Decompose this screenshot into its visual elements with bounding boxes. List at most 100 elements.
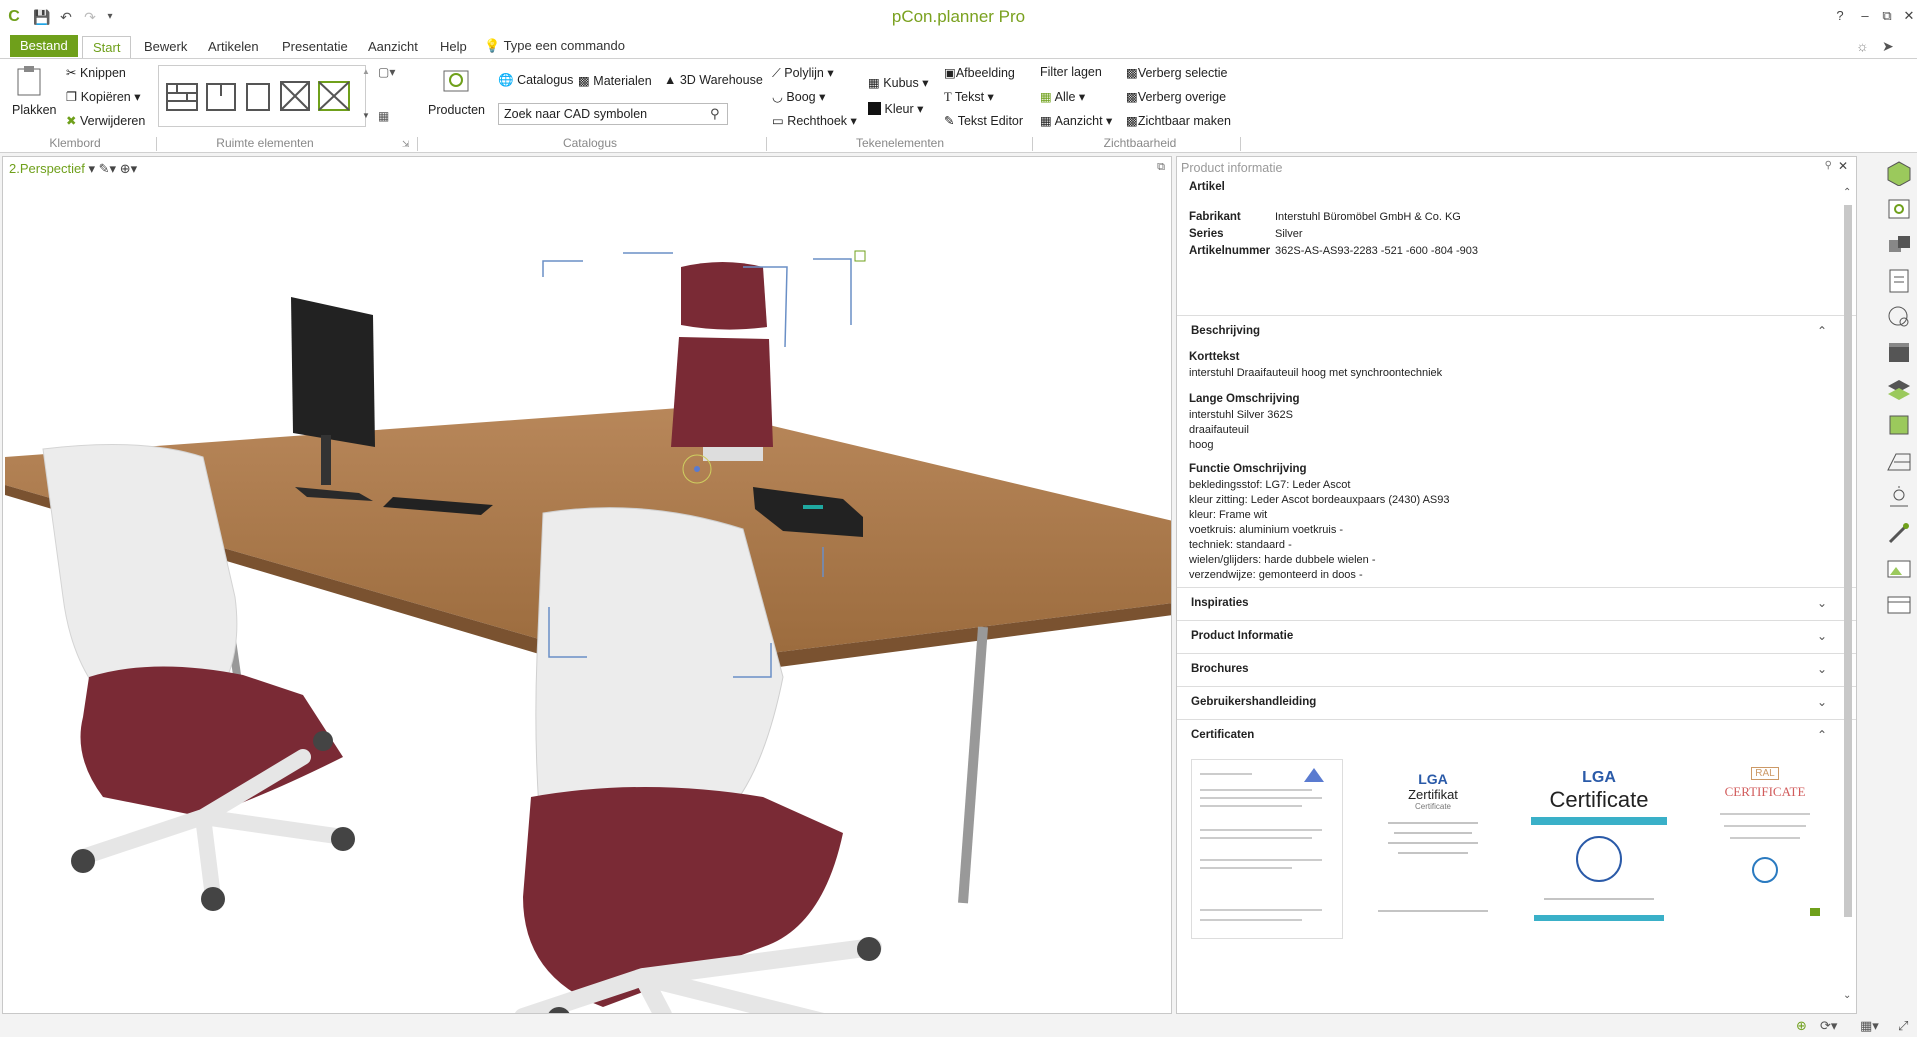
catalogue-button[interactable]: 🌐 Catalogus [498,73,573,88]
panel-scrollbar[interactable]: ⌃ ⌄ [1842,187,1854,1007]
share-icon[interactable]: ➤ [1882,38,1894,55]
archive-icon[interactable] [1886,340,1912,366]
section-product-informatie[interactable]: Product Informatie ⌄ [1177,620,1856,652]
tab-start[interactable]: Start [82,36,132,58]
search-icon[interactable]: ⚲ [710,106,720,122]
filter-layers-button[interactable]: Filter lagen [1040,65,1102,79]
minimize-button[interactable]: – [1853,6,1877,26]
dialog-launcher-icon[interactable]: ⇲ [402,139,410,150]
gallery-scroll-up-icon[interactable]: ▲ [362,67,370,76]
panel-close-icon[interactable]: ✕ [1838,159,1848,173]
article-3d-icon[interactable] [1886,160,1912,186]
fullscreen-icon[interactable]: ⤢ [1898,1018,1908,1034]
grid-plane-icon[interactable] [1886,448,1912,474]
delete-button[interactable]: ✖ Verwijderen [66,113,145,128]
copy-icon: ❐ [66,90,78,104]
tab-bewerk[interactable]: Bewerk [134,36,197,58]
polyline-button[interactable]: ⟋ Polylijn ▾ [772,65,834,81]
group-separator [1032,137,1033,151]
snap-icon[interactable]: ⊕ [1796,1018,1807,1034]
globe-search-icon[interactable] [1886,304,1912,330]
boxes-icon[interactable] [1886,232,1912,258]
gizmo-center[interactable] [694,466,700,472]
help-icon[interactable]: ? [1828,6,1852,26]
hide-others-button[interactable]: ▩Verberg overige [1126,89,1226,104]
make-visible-button[interactable]: ▩Zichtbaar maken [1126,113,1231,128]
all-layers-button[interactable]: ▦ Alle ▾ [1040,89,1085,104]
certificate-thumbnail[interactable]: LGA Certificate [1523,759,1675,939]
layout-view-icon[interactable]: ▦▾ [1860,1018,1879,1034]
sun-icon[interactable]: ☼ [1856,38,1869,54]
image-render-icon[interactable] [1886,556,1912,582]
pin-icon[interactable]: ⚲ [1825,160,1832,171]
room-elements-icons[interactable] [159,66,365,126]
certificate-title: Certificate [1549,787,1649,812]
materials-button[interactable]: ▩ Materialen [578,73,652,88]
scroll-up-icon[interactable]: ⌃ [1843,187,1851,198]
copy-button[interactable]: ❐ Kopiëren ▾ [66,89,141,104]
cube-button[interactable]: ▦ Kubus ▾ [868,75,929,90]
selection-handle[interactable] [854,250,866,262]
layout-icon[interactable] [1886,592,1912,618]
text-button[interactable]: T Tekst ▾ [944,89,994,105]
light-icon[interactable] [1886,484,1912,510]
cut-button[interactable]: ✂ Knippen [66,65,126,80]
group-label-teken: Tekenelementen [855,136,945,150]
section-inspiraties[interactable]: Inspiraties ⌄ [1177,587,1856,619]
close-button[interactable]: ✕ [1897,6,1917,26]
color-button[interactable]: Kleur ▾ [868,101,923,116]
gallery-expand-icon[interactable]: ▼ [362,111,370,120]
polyline-label: Polylijn [784,66,824,80]
products-icon[interactable] [440,65,472,95]
certificate-seal-icon [1534,836,1664,921]
menu-bar: Bestand Start Bewerk Artikelen Presentat… [0,34,1917,58]
section-brochures[interactable]: Brochures ⌄ [1177,653,1856,685]
angle-icon[interactable]: ⟳▾ [1820,1018,1837,1034]
layers-icon[interactable] [1886,376,1912,402]
tab-presentatie[interactable]: Presentatie [272,36,358,58]
3d-viewport[interactable]: 2.Perspectief ▾ ✎▾ ⊕▾ ⧉ [2,156,1172,1014]
rectangle-label: Rechthoek [787,114,848,128]
room-tool-icon[interactable]: ▦ [378,109,389,123]
3d-warehouse-button[interactable]: ▲ 3D Warehouse [664,73,763,87]
image-icon: ▣ [944,66,956,80]
command-hint[interactable]: 💡 Type een commando [484,38,625,54]
brush-icon[interactable] [1886,520,1912,546]
cad-search-input[interactable]: Zoek naar CAD symbolen [498,103,728,125]
view-layers-button[interactable]: ▦ Aanzicht ▾ [1040,113,1112,128]
certificate-thumbnail[interactable]: LGA Zertifikat Certificate [1357,759,1509,939]
scroll-down-icon[interactable]: ⌄ [1843,990,1851,1001]
tab-aanzicht[interactable]: Aanzicht [358,36,428,58]
article-list-icon[interactable] [1886,268,1912,294]
catalogue-search-icon[interactable] [1886,196,1912,222]
group-separator [417,137,418,151]
tab-artikelen[interactable]: Artikelen [198,36,269,58]
scrollbar-thumb[interactable] [1844,205,1852,917]
product-info-panel: Product informatie ⚲ ✕ Artikel Fabrikant… [1176,156,1857,1014]
section-beschrijving[interactable]: Beschrijving ⌃ [1177,315,1856,347]
panel-title: Product informatie [1181,161,1283,175]
products-button[interactable]: Producten [428,103,485,117]
certificate-thumbnail[interactable]: RAL CERTIFICATE [1689,759,1841,939]
group-separator [766,137,767,151]
paste-button[interactable]: Plakken [12,103,56,117]
tab-help[interactable]: Help [430,36,477,58]
rectangle-button[interactable]: ▭ Rechthoek ▾ [772,113,857,128]
paste-icon[interactable] [14,65,44,97]
hide-selection-button[interactable]: ▩Verberg selectie [1126,65,1227,80]
text-editor-button[interactable]: ✎ Tekst Editor [944,113,1023,128]
arc-button[interactable]: ◡ Boog ▾ [772,89,825,104]
materials-icon[interactable] [1886,412,1912,438]
tab-bestand[interactable]: Bestand [10,35,78,57]
chair-back[interactable] [671,262,773,461]
section-certificaten[interactable]: Certificaten ⌃ [1177,719,1856,751]
polyline-icon: ⟋ [772,66,781,80]
section-gebruikershandleiding[interactable]: Gebruikershandleiding ⌄ [1177,686,1856,718]
chevron-down-icon: ⌄ [1816,662,1827,676]
functie-line: verzendwijze: gemonteerd in doos - [1189,569,1363,581]
add-room-icon[interactable]: ▢▾ [378,65,395,79]
restore-button[interactable]: ⧉ [1875,6,1899,26]
grid-icon: ▦ [1040,90,1052,104]
image-button[interactable]: ▣Afbeelding [944,65,1015,80]
certificate-thumbnail[interactable] [1191,759,1343,939]
